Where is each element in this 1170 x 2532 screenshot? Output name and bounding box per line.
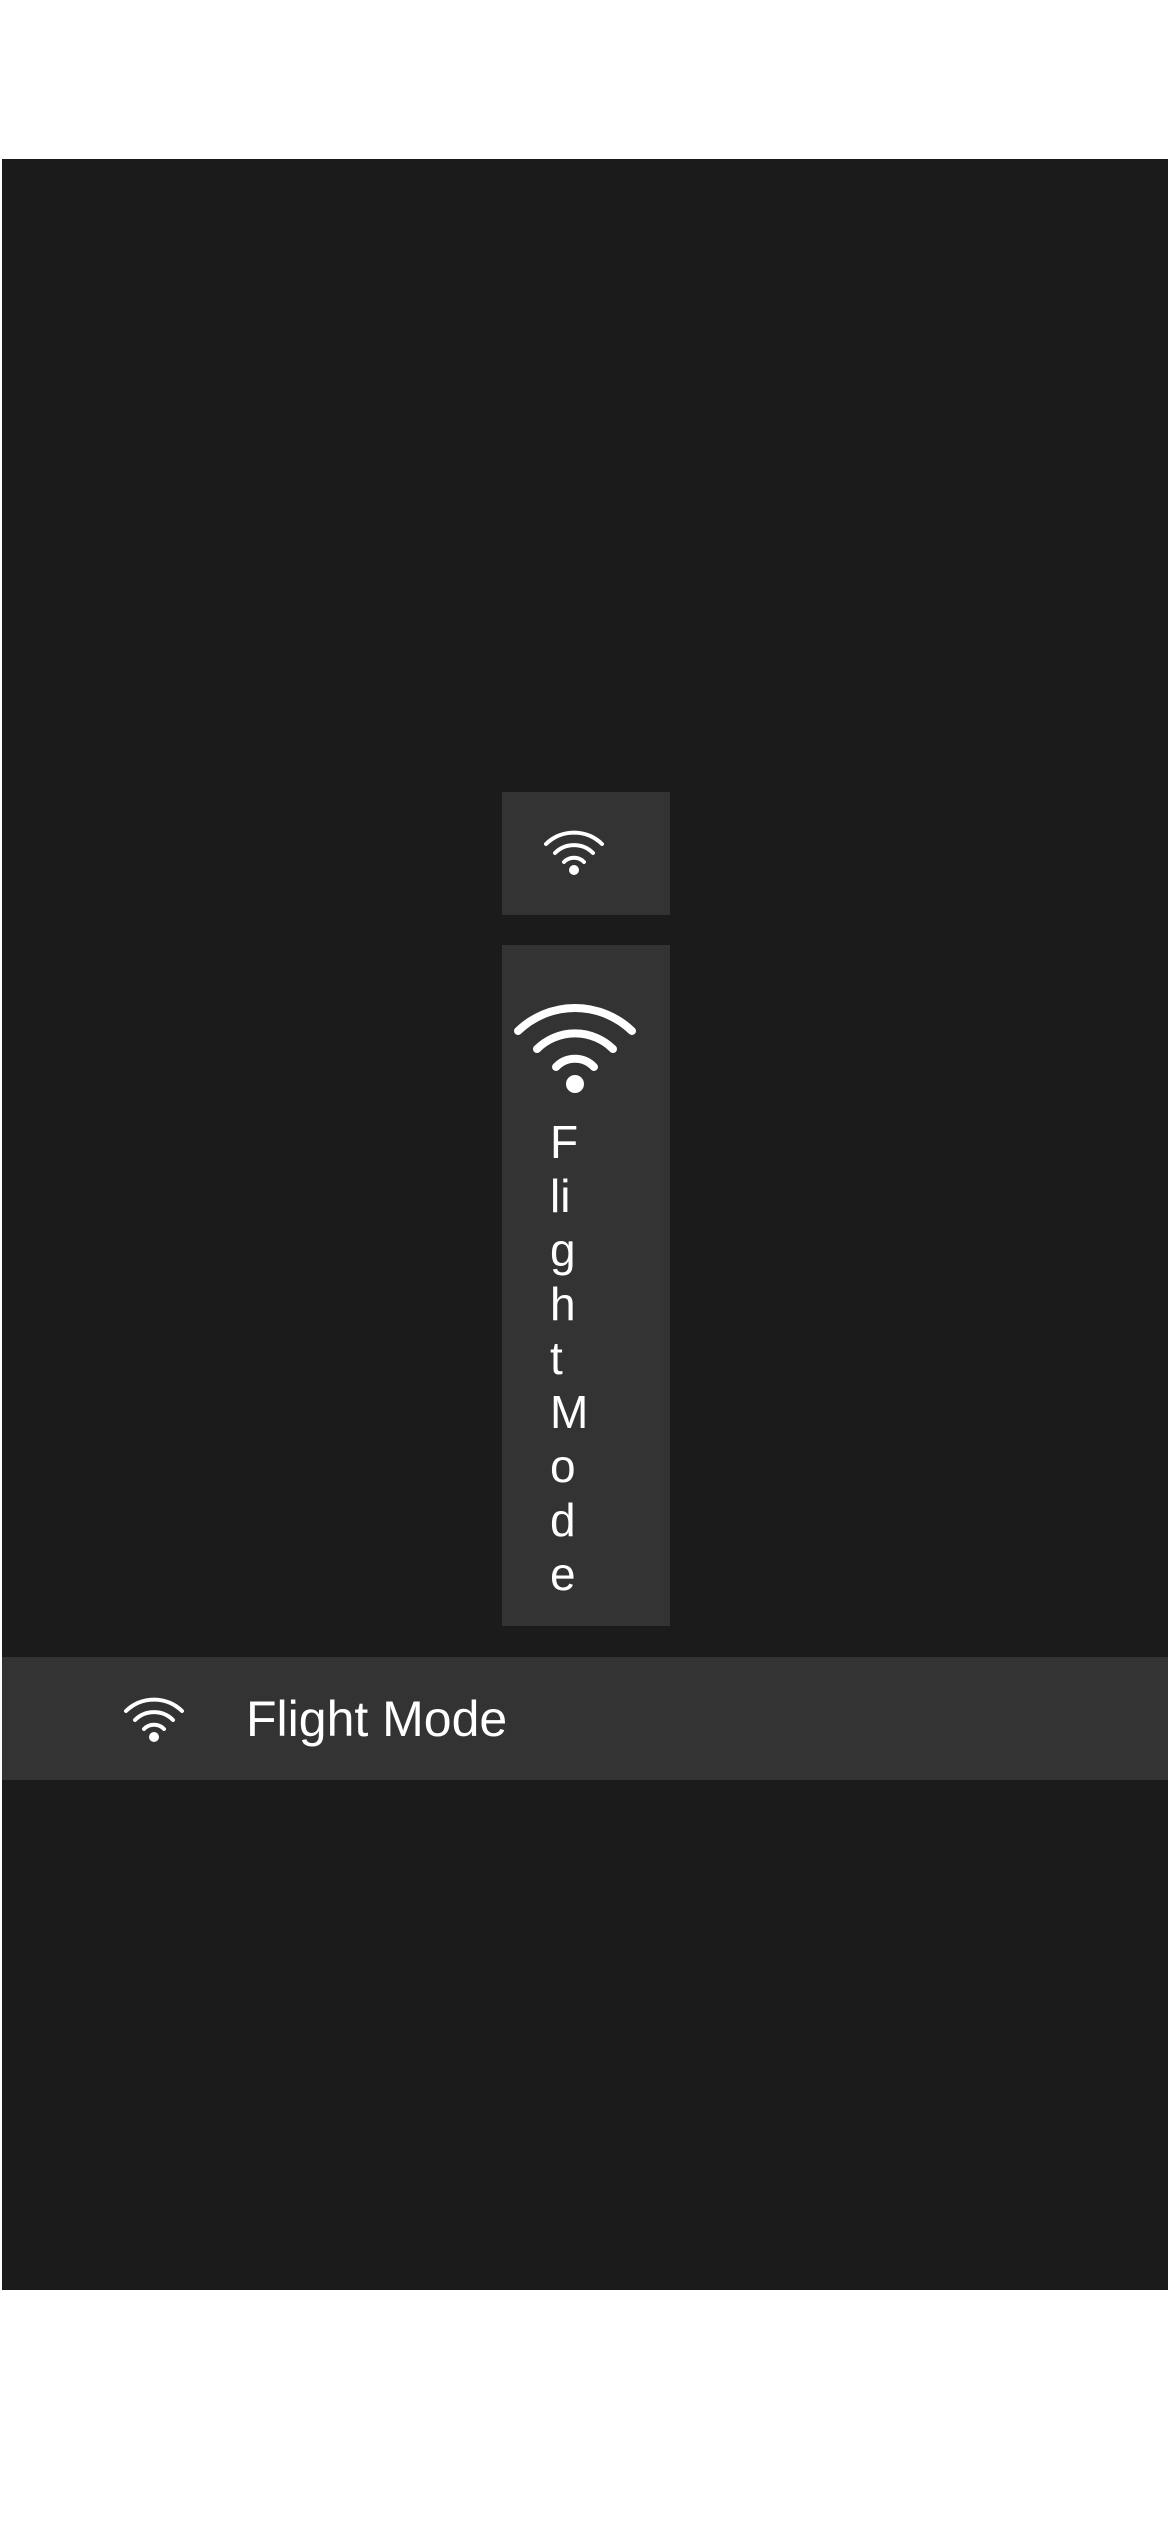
wifi-icon [542, 826, 606, 876]
tile-label: Flight Mode [550, 1116, 589, 1600]
quick-settings-screen: Flight Mode Flight Mode [2, 159, 1168, 2290]
wifi-icon [510, 995, 640, 1095]
flight-mode-tile-small[interactable] [502, 792, 670, 915]
flight-mode-tile-wide[interactable]: Flight Mode [2, 1657, 1168, 1780]
flight-mode-tile-tall[interactable]: Flight Mode [502, 945, 670, 1626]
wifi-icon [122, 1693, 186, 1743]
tile-label: Flight Mode [246, 1691, 508, 1747]
